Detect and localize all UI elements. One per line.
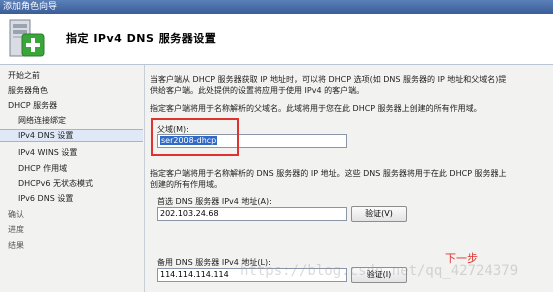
verify-preferred-dns-button[interactable]: 验证(V) [351, 206, 407, 222]
preferred-dns-value: 202.103.24.68 [160, 209, 219, 218]
wizard-steps-sidebar: 开始之前 服务器角色 DHCP 服务器 网络连接绑定 IPv4 DNS 设置 I… [0, 65, 145, 292]
parent-domain-description: 指定客户端将用于名称解析的父域名。此域将用于您在此 DHCP 服务器上创建的所有… [150, 104, 482, 113]
nav-item-dhcpv6-stateless[interactable]: DHCPv6 无状态模式 [18, 178, 93, 189]
server-add-icon [9, 19, 45, 57]
highlight-box [151, 118, 239, 156]
nav-item-ipv4-dns-settings[interactable]: IPv4 DNS 设置 [0, 129, 143, 142]
nav-item-before-you-begin[interactable]: 开始之前 [8, 70, 40, 81]
dns-description-line2: 创建的所有作用域。 [150, 180, 222, 189]
window-title: 添加角色向导 [3, 2, 58, 12]
watermark: https://blog.csdn.net/qq_42724379 [240, 263, 519, 279]
intro-text-line1: 当客户端从 DHCP 服务器获取 IP 地址时，可以将 DHCP 选项(如 DN… [150, 75, 507, 84]
intro-text-line2: 供给客户端。此处提供的设置将应用于使用 IPv4 的客户端。 [150, 86, 365, 95]
dns-description-line1: 指定客户端将用于名称解析的 DNS 服务器的 IP 地址。这些 DNS 服务器将… [150, 169, 507, 178]
page-title: 指定 IPv4 DNS 服务器设置 [66, 32, 217, 45]
window-title-bar: 添加角色向导 [0, 0, 553, 14]
nav-item-network-binding[interactable]: 网络连接绑定 [18, 115, 66, 126]
nav-item-server-roles[interactable]: 服务器角色 [8, 85, 48, 96]
preferred-dns-field[interactable]: 202.103.24.68 [157, 207, 347, 221]
nav-item-dhcp-server[interactable]: DHCP 服务器 [8, 100, 57, 111]
nav-item-ipv6-dns-settings[interactable]: IPv6 DNS 设置 [18, 193, 73, 204]
nav-item-confirmation[interactable]: 确认 [8, 209, 24, 220]
nav-item-dhcp-scopes[interactable]: DHCP 作用域 [18, 163, 67, 174]
wizard-header: 指定 IPv4 DNS 服务器设置 [0, 14, 553, 65]
nav-item-ipv4-wins-settings[interactable]: IPv4 WINS 设置 [18, 147, 77, 158]
alternate-dns-value: 114.114.114.114 [160, 270, 229, 279]
wizard-content: 当客户端从 DHCP 服务器获取 IP 地址时，可以将 DHCP 选项(如 DN… [145, 65, 553, 292]
preferred-dns-label: 首选 DNS 服务器 IPv4 地址(A): [157, 197, 272, 206]
nav-item-progress[interactable]: 进度 [8, 224, 24, 235]
nav-item-results[interactable]: 结果 [8, 240, 24, 251]
